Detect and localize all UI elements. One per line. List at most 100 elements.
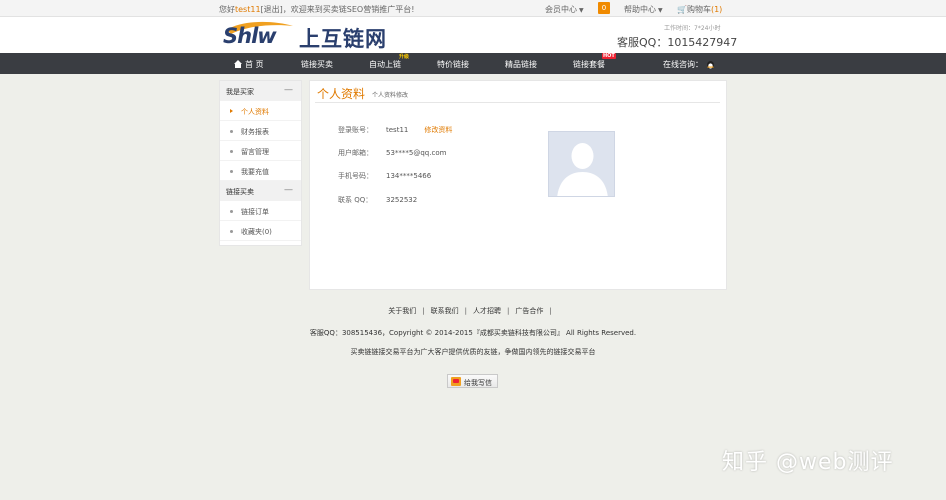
footer-slogan: 买卖链链接交易平台为广大客户提供优质的友链，争做国内领先的链接交易平台 [350,348,596,356]
top-bar: 您好test11[退出]，欢迎来到买卖链SEO营销推广平台! 会员中心 ▼ 0 帮… [0,0,946,17]
nav-item-label: 首 页 [245,60,264,69]
footer-separator: | [464,307,467,315]
field-phone: 手机号码： 134****5466 [338,171,431,181]
service-qq: 客服QQ：1015427947 [617,36,738,49]
sidebar-item-link-orders[interactable]: 链接订单 [220,201,301,221]
field-value: test11 [386,126,409,134]
field-label: 联系 QQ： [338,196,373,204]
site-header: Shlw 上互链网 工作时间：7*24小时 客服QQ：1015427947 [0,17,946,53]
footer-separator: | [422,307,425,315]
footer-link-contact[interactable]: 联系我们 [431,307,459,315]
page-subtitle: 个人资料修改 [372,92,409,99]
bullet-icon [230,210,233,213]
nav-item-special-links[interactable]: 特价链接 [437,59,469,70]
nav-item-label: 链接买卖 [301,60,333,69]
footer-link-about[interactable]: 关于我们 [388,307,416,315]
write-message-label: 给我写信 [464,379,492,387]
sidebar-item-label: 留言管理 [241,148,269,156]
field-value: 53****5@qq.com [386,149,447,157]
nav-online-consult[interactable]: 在线咨询： [663,59,715,70]
field-qq: 联系 QQ： 3252532 [338,195,417,205]
sidebar-item-label: 个人资料 [241,108,269,116]
footer-links: 关于我们 | 联系我们 | 人才招聘 | 广告合作 | [0,306,946,316]
nav-item-home[interactable]: 首 页 [234,59,264,70]
nav-item-label: 链接套餐 [573,60,605,69]
work-time: 工作时间：7*24小时 [664,25,721,32]
user-silhouette-icon [549,132,614,196]
edit-profile-link[interactable]: 修改资料 [424,126,452,134]
footer-separator: | [549,307,552,315]
sidebar-item-recharge[interactable]: 我要充值 [220,161,301,181]
collapse-icon[interactable]: — [284,185,293,195]
nav-item-label: 特价链接 [437,60,469,69]
sidebar-item-profile[interactable]: 个人资料 [220,101,301,121]
sidebar-group-label: 链接买卖 [226,188,254,196]
page-title: 个人资料 [317,87,366,101]
bullet-icon [230,230,233,233]
consult-label: 在线咨询： [663,60,703,69]
member-center-menu[interactable]: 会员中心 ▼ [545,4,584,15]
sidebar-item-favorites[interactable]: 收藏夹(0) [220,221,301,241]
bullet-icon [230,170,233,173]
cart-icon: 🛒 [677,5,687,14]
greeting: 您好test11[退出]，欢迎来到买卖链SEO营销推广平台! [219,4,414,15]
field-email: 用户邮箱： 53****5@qq.com [338,148,446,158]
footer-copyright: 客服QQ：308515436，Copyright © 2014-2015『成都买… [309,329,637,337]
site-logo[interactable]: Shlw 上互链网 [223,20,403,52]
chevron-down-icon: ▼ [658,7,663,14]
sidebar-group-label: 我是买家 [226,88,254,96]
sidebar-item-label: 我要充值 [241,168,269,176]
sidebar-item-label: 链接订单 [241,208,269,216]
profile-panel: 个人资料 个人资料修改 登录账号： test11 修改资料 用户邮箱： 53****5… [309,80,727,290]
main-nav: 首 页 链接买卖 自动上链 升级 特价链接 精品链接 链接套餐 HOT 在线咨询… [0,53,946,74]
greeting-suffix: [退出]，欢迎来到买卖链SEO营销推广平台! [260,5,415,14]
logo-text-en: Shlw [223,24,277,48]
arrow-right-icon [230,109,233,113]
help-center-label: 帮助中心 [624,5,656,14]
username-link[interactable]: test11 [235,5,261,14]
field-label: 手机号码： [338,172,373,180]
sidebar-group-link-trade[interactable]: 链接买卖 — [220,181,301,201]
user-sidebar: 我是买家 — 个人资料 财务报表 留言管理 我要充值 链接买卖 — 链接订单 收… [219,80,302,246]
watermark: 知乎 @web测评 [722,450,894,475]
bullet-icon [230,130,233,133]
bullet-icon [230,150,233,153]
hot-tag: HOT [602,53,616,59]
footer-link-careers[interactable]: 人才招聘 [473,307,501,315]
member-center-label: 会员中心 [545,5,577,14]
sidebar-item-label: 财务报表 [241,128,269,136]
nav-item-label: 精品链接 [505,60,537,69]
avatar [548,131,615,197]
sidebar-item-label: 收藏夹(0) [241,228,272,236]
help-center-menu[interactable]: 帮助中心 ▼ [624,4,663,15]
footer-separator: | [507,307,510,315]
nav-item-link-trade[interactable]: 链接买卖 [301,59,333,70]
nav-item-label: 自动上链 [369,60,401,69]
nav-item-premium-links[interactable]: 精品链接 [505,59,537,70]
sidebar-group-buyer[interactable]: 我是买家 — [220,81,301,101]
sidebar-item-finance[interactable]: 财务报表 [220,121,301,141]
cart-label: 购物车 [686,5,711,14]
nav-item-link-packages[interactable]: 链接套餐 HOT [573,53,616,70]
title-divider [315,102,720,103]
field-label: 登录账号： [338,126,373,134]
cart-link[interactable]: 🛒购物车(1) [677,4,722,15]
collapse-icon[interactable]: — [284,85,293,95]
upgrade-tag: 升级 [399,54,410,60]
field-login-account: 登录账号： test11 修改资料 [338,125,452,135]
chevron-down-icon: ▼ [579,7,584,14]
greeting-prefix: 您好 [219,5,235,14]
sidebar-item-messages[interactable]: 留言管理 [220,141,301,161]
nav-item-auto-link[interactable]: 自动上链 升级 [369,54,409,70]
cart-count: (1) [710,5,723,14]
member-badge[interactable]: 0 [598,2,610,14]
qq-penguin-icon [707,61,714,69]
field-value: 134****5466 [386,172,432,180]
field-value: 3252532 [386,196,418,204]
mail-icon [451,377,461,386]
home-icon [234,60,242,68]
field-label: 用户邮箱： [338,149,373,157]
footer-link-ads[interactable]: 广告合作 [515,307,543,315]
logo-text-cn: 上互链网 [299,27,387,51]
write-message-button[interactable]: 给我写信 [447,374,498,388]
